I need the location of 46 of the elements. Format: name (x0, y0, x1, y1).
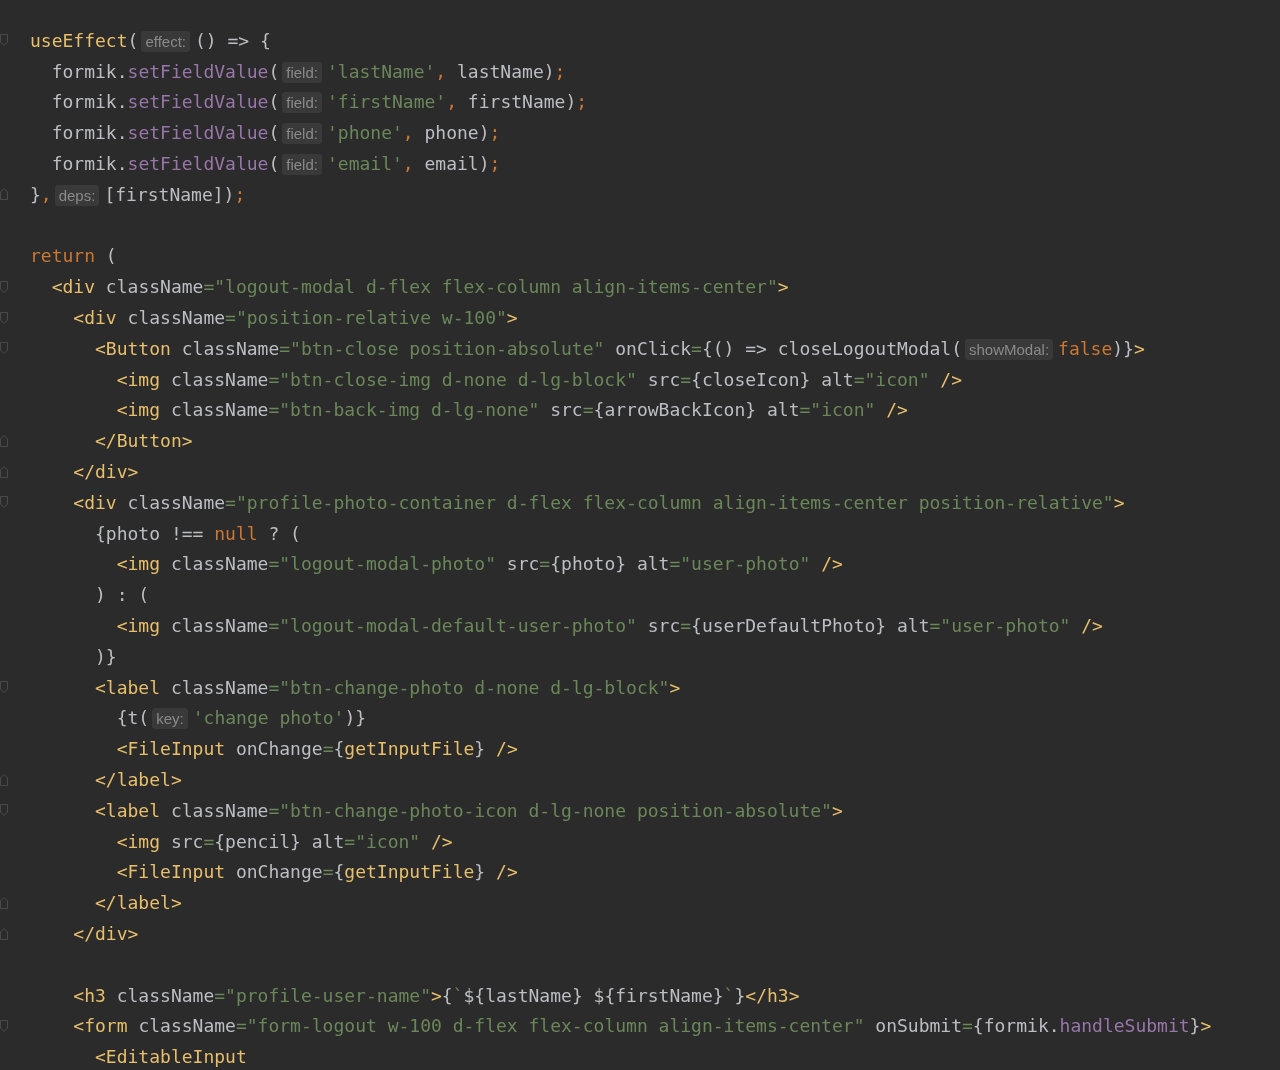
code-line: formik.setFieldValue( field: 'firstName', firstName); (50, 91, 588, 113)
code-line: ) : ( (94, 584, 150, 606)
code-line: <Button className="btn-close position-absolute" onClick={() => closeLogoutModal( showModal: false)}> (94, 337, 1145, 359)
fold-marker-icon[interactable] (0, 34, 8, 47)
fold-marker-icon[interactable] (0, 342, 8, 355)
fold-marker-icon[interactable] (0, 1019, 8, 1032)
code-line: <FileInput onChange={getInputFile} /> (115, 861, 518, 883)
fold-marker-icon[interactable] (0, 927, 8, 940)
fold-marker-icon[interactable] (0, 804, 8, 817)
code-line: </div> (72, 461, 139, 483)
code-line: </label> (94, 892, 182, 914)
fold-marker-icon[interactable] (0, 681, 8, 694)
fold-marker-icon[interactable] (0, 188, 8, 201)
code-line: <label className="btn-change-photo d-none d-lg-block"> (94, 676, 681, 698)
code-line: <img className="logout-modal-photo" src={photo} alt="user-photo" /> (115, 553, 843, 575)
fold-marker-icon[interactable] (0, 496, 8, 509)
fold-marker-icon[interactable] (0, 311, 8, 324)
code-line: <EditableInput (94, 1046, 247, 1068)
fold-marker-icon[interactable] (0, 434, 8, 447)
code-line: </label> (94, 769, 182, 790)
code-line: <img className="btn-back-img d-lg-none" src={arrowBackIcon} alt="icon" /> (115, 399, 908, 421)
code-line: </Button> (94, 430, 193, 452)
fold-marker-icon[interactable] (0, 896, 8, 909)
code-line: }, deps: [firstName]); (30, 183, 246, 205)
code-line: <div className="profile-photo-container d-flex flex-column align-items-center position-relative"> (72, 491, 1125, 513)
code-line: <div className="position-relative w-100"> (72, 307, 518, 329)
fold-marker-icon[interactable] (0, 465, 8, 478)
fold-marker-icon[interactable] (0, 280, 8, 293)
code-line: <img src={pencil} alt="icon" /> (115, 830, 453, 852)
code-line: <img className="btn-close-img d-none d-lg-block" src={closeIcon} alt="icon" /> (115, 368, 963, 390)
code-line: </div> (72, 923, 139, 944)
code-line: <img className="logout-modal-default-user-photo" src={userDefaultPhoto} alt="user-photo" /> (115, 615, 1103, 637)
code-line: <FileInput onChange={getInputFile} /> (115, 738, 518, 760)
code-line: {photo !== null ? ( (94, 522, 301, 544)
code-line: useEffect( effect: () => { (30, 29, 271, 51)
code-line: <label className="btn-change-photo-icon d-lg-none position-absolute"> (94, 799, 843, 821)
code-line: formik.setFieldValue( field: 'phone', phone); (50, 122, 501, 144)
code-line: return ( (30, 245, 117, 267)
code-line: <h3 className="profile-user-name">{`${lastName} ${firstName}`}</h3> (72, 984, 800, 1006)
code-line: formik.setFieldValue( field: 'email', email); (50, 153, 501, 175)
code-line: {t( key: 'change photo')} (115, 707, 367, 729)
code-line: )} (94, 645, 117, 667)
code-line: <div className="logout-modal d-flex flex-column align-items-center"> (50, 276, 789, 298)
code-line: <form className="form-logout w-100 d-flex flex-column align-items-center" onSubmit={formik.handleSubmit}> (72, 1015, 1212, 1037)
fold-marker-icon[interactable] (0, 773, 8, 786)
code-line: formik.setFieldValue( field: 'lastName', lastName); (50, 60, 566, 82)
